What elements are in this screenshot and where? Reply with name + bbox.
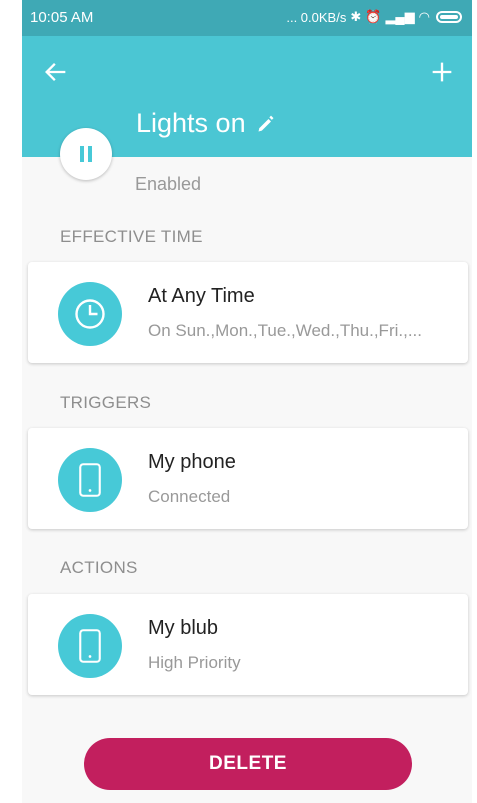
page-title: Lights on [136, 108, 276, 139]
trigger-status: Connected [148, 487, 231, 506]
effective-time-days: On Sun.,Mon.,Tue.,Wed.,Thu.,Fri.,... [148, 321, 422, 340]
effective-time-card[interactable]: At Any Time On Sun.,Mon.,Tue.,Wed.,Thu.,… [28, 262, 468, 363]
action-priority: High Priority [148, 653, 241, 672]
phone-icon [58, 614, 122, 678]
alarm-icon: ⏰ [365, 9, 382, 24]
effective-time-title: At Any Time [148, 285, 255, 307]
battery-icon [436, 11, 462, 23]
bluetooth-icon: ✱ [350, 9, 362, 24]
actions-label: ACTIONS [60, 558, 138, 577]
phone-icon [58, 448, 122, 512]
network-speed: ... 0.0KB/s [286, 9, 347, 25]
edit-pencil-icon[interactable] [256, 114, 276, 134]
rule-status: Enabled [135, 174, 202, 194]
trigger-card[interactable]: My phone Connected [28, 428, 468, 529]
trigger-title: My phone [148, 451, 236, 473]
status-time: 10:05 AM [30, 9, 94, 26]
effective-time-label: EFFECTIVE TIME [60, 227, 203, 246]
wifi-icon: ◠ [418, 9, 430, 24]
delete-button[interactable]: DELETE [84, 738, 412, 790]
app-screen: 10:05 AM ... 0.0KB/s ✱ ⏰ ▂▄▆ ◠ Lights on [22, 0, 472, 803]
triggers-label: TRIGGERS [60, 393, 152, 412]
signal-icon: ▂▄▆ [385, 9, 415, 24]
pause-button[interactable] [60, 128, 112, 180]
status-bar: 10:05 AM ... 0.0KB/s ✱ ⏰ ▂▄▆ ◠ [22, 0, 472, 36]
action-title: My blub [148, 617, 219, 639]
add-icon[interactable] [428, 58, 456, 86]
rule-name: Lights on [136, 108, 246, 138]
back-arrow-icon[interactable] [42, 58, 70, 86]
pause-icon [80, 146, 92, 162]
clock-icon [58, 282, 122, 346]
status-icons: ... 0.0KB/s ✱ ⏰ ▂▄▆ ◠ [286, 9, 462, 25]
action-card[interactable]: My blub High Priority [28, 594, 468, 695]
